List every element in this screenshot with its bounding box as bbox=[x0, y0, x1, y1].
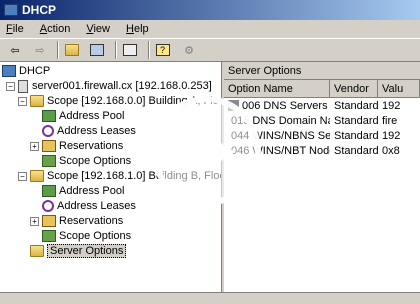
collapse-icon[interactable]: − bbox=[18, 96, 27, 106]
forward-button[interactable]: ⇨ bbox=[29, 40, 51, 60]
forward-arrow-icon: ⇨ bbox=[35, 44, 45, 57]
status-bar bbox=[0, 292, 420, 304]
collapse-icon[interactable]: − bbox=[6, 81, 15, 91]
connect-button[interactable]: ⚙ bbox=[178, 40, 200, 60]
back-button[interactable]: ⇦ bbox=[4, 40, 26, 60]
help-button[interactable]: ? bbox=[153, 40, 175, 60]
back-arrow-icon: ⇦ bbox=[10, 44, 20, 57]
reservations-icon bbox=[42, 140, 56, 152]
menu-view[interactable]: View bbox=[80, 23, 116, 35]
tree-address-leases[interactable]: Address Leases bbox=[42, 199, 136, 213]
tree-reservations[interactable]: + Reservations bbox=[30, 214, 123, 228]
folder-icon bbox=[30, 95, 44, 107]
collapse-icon[interactable]: − bbox=[18, 171, 27, 181]
title-bar: DHCP bbox=[0, 0, 420, 20]
help-icon: ? bbox=[155, 44, 170, 56]
address-leases-icon bbox=[42, 125, 54, 137]
tree-scope-options[interactable]: Scope Options bbox=[42, 154, 131, 168]
menu-help[interactable]: Help bbox=[120, 23, 155, 35]
dhcp-app-icon bbox=[4, 4, 18, 16]
column-headers: Option Name Vendor Valu bbox=[224, 80, 420, 98]
address-leases-icon bbox=[42, 200, 54, 212]
tree-server[interactable]: − server001.firewall.cx [192.168.0.253] bbox=[6, 79, 212, 93]
address-pool-icon bbox=[42, 110, 56, 122]
reservations-icon bbox=[42, 215, 56, 227]
tree-server-options[interactable]: Server Options bbox=[30, 244, 127, 258]
server-icon bbox=[18, 79, 28, 93]
menu-bar: File Action View Help bbox=[0, 20, 420, 38]
play-icon bbox=[199, 129, 235, 175]
server-options-icon bbox=[30, 245, 44, 257]
export-list-button[interactable] bbox=[120, 40, 142, 60]
column-value[interactable]: Valu bbox=[378, 80, 420, 97]
toolbar: ⇦ ⇨ ? ⚙ bbox=[0, 38, 420, 62]
up-folder-icon bbox=[64, 44, 79, 56]
video-play-button[interactable] bbox=[151, 96, 261, 206]
scope-options-icon bbox=[42, 230, 56, 242]
tree-address-pool[interactable]: Address Pool bbox=[42, 109, 124, 123]
tree-reservations[interactable]: + Reservations bbox=[30, 139, 123, 153]
table-row[interactable]: 006 DNS Servers Standard 192 bbox=[224, 98, 420, 113]
folder-icon bbox=[30, 170, 44, 182]
column-option-name[interactable]: Option Name bbox=[224, 80, 330, 97]
toolbar-separator bbox=[57, 41, 59, 59]
expand-icon[interactable]: + bbox=[30, 141, 39, 151]
menu-file[interactable]: File bbox=[0, 23, 30, 35]
up-folder-button[interactable] bbox=[62, 40, 84, 60]
show-hide-tree-button[interactable] bbox=[87, 40, 109, 60]
menu-action[interactable]: Action bbox=[34, 23, 77, 35]
address-pool-icon bbox=[42, 185, 56, 197]
plug-icon: ⚙ bbox=[184, 44, 194, 57]
tree-root[interactable]: DHCP bbox=[2, 64, 50, 78]
export-list-icon bbox=[122, 44, 137, 56]
scope-options-icon bbox=[42, 155, 56, 167]
window-title: DHCP bbox=[22, 3, 57, 17]
expand-icon[interactable]: + bbox=[30, 216, 39, 226]
toolbar-separator bbox=[148, 41, 150, 59]
console-tree-icon bbox=[89, 44, 104, 56]
column-vendor[interactable]: Vendor bbox=[330, 80, 378, 97]
tree-address-leases[interactable]: Address Leases bbox=[42, 124, 136, 138]
details-title: Server Options bbox=[224, 62, 420, 80]
tree-scope-options[interactable]: Scope Options bbox=[42, 229, 131, 243]
tree-address-pool[interactable]: Address Pool bbox=[42, 184, 124, 198]
toolbar-separator bbox=[115, 41, 117, 59]
dhcp-icon bbox=[2, 65, 16, 77]
